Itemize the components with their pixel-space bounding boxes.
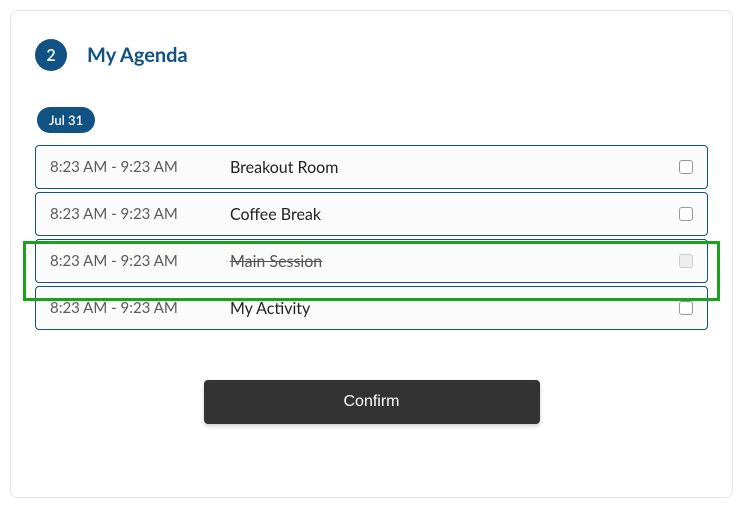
agenda-time: 8:23 AM - 9:23 AM (50, 299, 230, 317)
checkbox[interactable] (679, 207, 693, 221)
agenda-list: 8:23 AM - 9:23 AM Breakout Room 8:23 AM … (35, 145, 708, 330)
checkbox (679, 254, 693, 268)
confirm-button[interactable]: Confirm (204, 380, 540, 424)
page-title: My Agenda (87, 43, 188, 67)
agenda-row[interactable]: 8:23 AM - 9:23 AM Main Session (35, 239, 708, 283)
agenda-title: Main Session (230, 252, 679, 271)
agenda-row[interactable]: 8:23 AM - 9:23 AM My Activity (35, 286, 708, 330)
agenda-row[interactable]: 8:23 AM - 9:23 AM Coffee Break (35, 192, 708, 236)
agenda-row[interactable]: 8:23 AM - 9:23 AM Breakout Room (35, 145, 708, 189)
agenda-time: 8:23 AM - 9:23 AM (50, 252, 230, 270)
step-badge: 2 (35, 39, 67, 71)
agenda-card: 2 My Agenda Jul 31 8:23 AM - 9:23 AM Bre… (10, 10, 733, 498)
agenda-title: My Activity (230, 299, 679, 318)
agenda-time: 8:23 AM - 9:23 AM (50, 205, 230, 223)
date-pill: Jul 31 (37, 107, 95, 133)
agenda-time: 8:23 AM - 9:23 AM (50, 158, 230, 176)
agenda-title: Breakout Room (230, 158, 679, 177)
checkbox[interactable] (679, 160, 693, 174)
checkbox[interactable] (679, 301, 693, 315)
agenda-title: Coffee Break (230, 205, 679, 224)
header: 2 My Agenda (35, 39, 708, 71)
